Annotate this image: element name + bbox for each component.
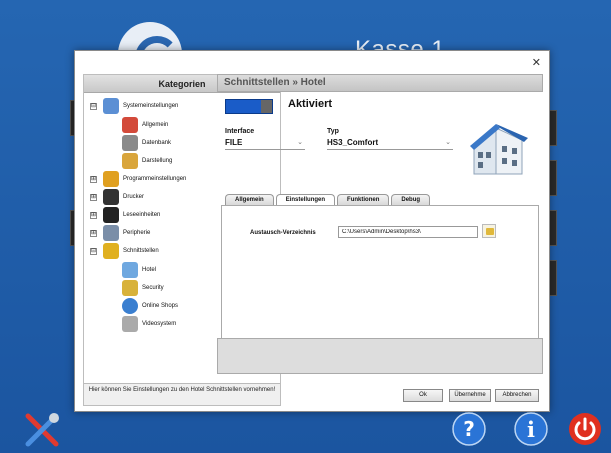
tree-item-programmeinstellungen[interactable]: ⊞ Programmeinstellungen — [90, 171, 186, 187]
tree-label: Peripherie — [123, 230, 151, 236]
tree-label: Datenbank — [142, 140, 172, 146]
expand-icon[interactable]: ⊞ — [90, 193, 97, 201]
help-icon[interactable]: ? — [452, 412, 486, 446]
tree-label: Leseeinheiten — [123, 212, 161, 218]
expand-icon[interactable]: ⊞ — [90, 211, 97, 219]
activation-toggle[interactable] — [225, 99, 273, 114]
tree-label: Darstellung — [142, 158, 173, 164]
camera-icon — [122, 316, 138, 332]
tree-label: Drucker — [123, 194, 145, 200]
tree-label: Schnittstellen — [123, 248, 159, 254]
tree-label: Security — [142, 285, 164, 291]
monitor-icon — [103, 98, 119, 114]
database-icon — [122, 135, 138, 151]
info-icon[interactable]: i — [514, 412, 548, 446]
tree-item-schnittstellen[interactable]: ⊟ Schnittstellen — [90, 243, 159, 259]
typ-label: Typ — [327, 128, 339, 135]
globe-icon — [122, 298, 138, 314]
printer-icon — [103, 189, 119, 205]
cancel-button[interactable]: Abbrechen — [495, 389, 539, 402]
tab-allgemein[interactable]: Allgemein — [225, 194, 274, 205]
tree-item-videosystem[interactable]: Videosystem — [122, 316, 176, 332]
ok-button[interactable]: Ok — [403, 389, 443, 402]
typ-value: HS3_Comfort — [327, 138, 379, 147]
tab-einstellungen[interactable]: Einstellungen — [275, 194, 336, 205]
interface-label: Interface — [225, 128, 255, 135]
tree-item-darstellung[interactable]: Darstellung — [122, 153, 172, 169]
tree-label: Videosystem — [142, 321, 177, 327]
detail-pane: Schnittstellen » Hotel Aktiviert Interfa… — [217, 74, 543, 406]
tools-icon[interactable] — [22, 410, 62, 450]
settings-dialog: ✕ Kategorien ⊟ Systemeinstellungen Allge… — [74, 50, 550, 412]
puzzle-icon — [103, 243, 119, 259]
tree-item-leseeinheiten[interactable]: ⊞ Leseeinheiten — [90, 207, 160, 223]
tools-icon — [122, 117, 138, 133]
reader-icon — [103, 207, 119, 223]
info-area — [217, 338, 543, 374]
tree-item-online-shops[interactable]: Online Shops — [122, 298, 178, 314]
chevron-down-icon: ⌄ — [445, 139, 451, 146]
interface-select[interactable]: FILE ⌄ — [225, 138, 305, 150]
folder-icon — [486, 228, 494, 235]
cubes-icon — [103, 171, 119, 187]
collapse-icon[interactable]: ⊟ — [90, 247, 97, 255]
exchange-directory-label: Austausch-Verzeichnis — [250, 230, 316, 236]
hotel-icon — [122, 262, 138, 278]
tree-item-drucker[interactable]: ⊞ Drucker — [90, 189, 144, 205]
expand-icon[interactable]: ⊞ — [90, 229, 97, 237]
tab-panel: Austausch-Verzeichnis — [221, 205, 539, 347]
tree-label: Programmeinstellungen — [123, 176, 187, 182]
close-icon[interactable]: ✕ — [532, 56, 541, 69]
tree-item-peripherie[interactable]: ⊞ Peripherie — [90, 225, 150, 241]
hotel-building-icon — [470, 124, 528, 175]
tree-item-datenbank[interactable]: Datenbank — [122, 135, 171, 151]
safe-icon — [122, 280, 138, 296]
chevron-down-icon: ⌄ — [297, 139, 303, 146]
svg-text:i: i — [527, 417, 535, 442]
collapse-icon[interactable]: ⊟ — [90, 102, 97, 110]
paint-icon — [122, 153, 138, 169]
detail-breadcrumb: Schnittstellen » Hotel — [217, 74, 543, 92]
tree-label: Allgemein — [142, 122, 169, 128]
tree-label: Online Shops — [142, 303, 179, 309]
apply-button[interactable]: Übernehme — [449, 389, 491, 402]
power-icon[interactable] — [568, 412, 602, 446]
tree-item-systemeinstellungen[interactable]: ⊟ Systemeinstellungen — [90, 98, 178, 114]
tree-item-security[interactable]: Security — [122, 280, 164, 296]
svg-text:?: ? — [463, 417, 475, 441]
activation-status: Aktiviert — [288, 98, 333, 110]
tree-item-hotel[interactable]: Hotel — [122, 262, 156, 278]
detail-tabs: Allgemein Einstellungen Funktionen Debug — [225, 194, 432, 205]
browse-folder-button[interactable] — [482, 224, 496, 238]
interface-value: FILE — [225, 138, 243, 147]
tab-debug[interactable]: Debug — [391, 194, 431, 205]
exchange-directory-input[interactable] — [338, 226, 478, 238]
expand-icon[interactable]: ⊞ — [90, 175, 97, 183]
typ-select[interactable]: HS3_Comfort ⌄ — [327, 138, 453, 150]
tree-label: Hotel — [142, 267, 157, 273]
peripheral-icon — [103, 225, 119, 241]
tree-label: Systemeinstellungen — [123, 103, 179, 109]
tree-item-allgemein[interactable]: Allgemein — [122, 117, 168, 133]
tab-funktionen[interactable]: Funktionen — [337, 194, 390, 205]
